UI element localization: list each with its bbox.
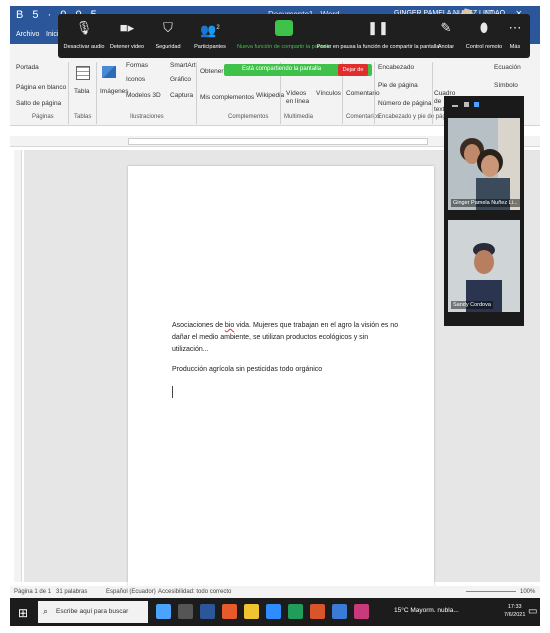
screenshot-button[interactable]: Captura	[170, 92, 193, 99]
participant-name: Ginger Pamela Nuñez Li...	[451, 199, 520, 207]
taskbar-search[interactable]: ⌕ Escribe aquí para buscar	[38, 601, 148, 623]
divider	[196, 62, 197, 124]
windows-taskbar: ⊞ ⌕ Escribe aquí para buscar 15°C Mayorm…	[10, 598, 540, 626]
screen: B 5 · 0 0 5 Documento1 - Word GINGER PAM…	[0, 0, 550, 633]
windows-start-icon[interactable]: ⊞	[18, 606, 28, 620]
shapes-button[interactable]: Formas	[126, 62, 148, 69]
header-button[interactable]: Encabezado	[378, 64, 414, 71]
taskbar-app-icon[interactable]	[354, 604, 369, 619]
remote-control-button[interactable]: ⬮ Control remoto	[466, 20, 502, 50]
my-addins-button[interactable]: Mis complementos	[200, 94, 254, 101]
taskbar-app-icon[interactable]	[200, 604, 215, 619]
page-break-button[interactable]: Salto de página	[16, 100, 61, 107]
images-button[interactable]: Imágenes	[100, 88, 129, 95]
group-label-complementos: Complementos	[228, 114, 269, 120]
taskbar-app-icon[interactable]	[178, 604, 193, 619]
zoom-slider[interactable]	[466, 591, 516, 592]
divider	[432, 62, 433, 124]
pen-icon: ✎	[440, 20, 452, 35]
participant-name: Sandy Cordova	[451, 301, 493, 309]
tab-archivo[interactable]: Archivo	[16, 31, 39, 38]
portada-button[interactable]: Portada	[16, 64, 39, 71]
blank-page-button[interactable]: Página en blanco	[16, 84, 66, 91]
equation-button[interactable]: Ecuación	[494, 64, 521, 71]
search-placeholder: Escribe aquí para buscar	[56, 608, 129, 615]
search-icon: ⌕	[43, 606, 49, 616]
taskbar-app-icon[interactable]	[222, 604, 237, 619]
stop-video-button[interactable]: ■▸ Detener video	[108, 20, 146, 50]
layout-icon[interactable]	[474, 102, 479, 107]
sharing-banner-text: Está compartiendo la pantalla	[242, 66, 322, 72]
video-panel: Ginger Pamela Nuñez Li... Sandy Cordova	[444, 96, 524, 326]
pause-icon: ❚❚	[367, 20, 389, 35]
links-button[interactable]: Vínculos	[316, 90, 341, 97]
participant-video	[448, 118, 520, 210]
paragraph-1[interactable]: Asociaciones de bio vida. Mujeres que tr…	[172, 320, 402, 356]
models-3d-button[interactable]: Modelos 3D	[126, 92, 161, 99]
symbol-button[interactable]: Símbolo	[494, 82, 518, 89]
zoom-level[interactable]: 100%	[520, 589, 535, 595]
minimize-icon[interactable]	[452, 105, 458, 107]
paragraph-2[interactable]: Producción agrícola sin pesticidas todo …	[172, 364, 402, 376]
stop-share-button[interactable]: Dejar de	[338, 64, 368, 76]
page-number-button[interactable]: Número de página	[378, 100, 431, 107]
word-count[interactable]: 31 palabras	[56, 589, 87, 595]
group-label-ilustraciones: Ilustraciones	[130, 114, 164, 120]
group-label-tablas: Tablas	[74, 114, 92, 120]
group-label-multimedia: Multimedia	[284, 114, 314, 120]
video-panel-header	[444, 96, 524, 114]
accessibility-status[interactable]: Accesibilidad: todo correcto	[158, 589, 231, 595]
get-addins-button[interactable]: Obtener	[200, 68, 224, 75]
weather-widget[interactable]: 15°C Mayorm. nubla...	[394, 607, 459, 614]
divider	[68, 62, 69, 124]
microphone-icon: 🎙	[75, 20, 93, 35]
more-button[interactable]: ⋯ Más	[506, 20, 524, 50]
shield-icon: ⛉	[163, 20, 173, 35]
security-button[interactable]: ⛉ Seguridad	[150, 20, 186, 50]
taskbar-app-icon[interactable]	[266, 604, 281, 619]
status-bar: Página 1 de 1 31 palabras Español (Ecuad…	[10, 586, 540, 598]
video-camera-icon: ■▸	[119, 20, 135, 35]
vertical-ruler	[14, 150, 22, 582]
pause-share-button[interactable]: ❚❚ Poner en pausa la función de comparti…	[317, 20, 440, 50]
mute-button[interactable]: 🎙 Desactivar audio	[64, 20, 105, 50]
page-count[interactable]: Página 1 de 1	[14, 589, 51, 595]
zoom-share-toolbar: 🎙 Desactivar audio ■▸ Detener video ⛉ Se…	[58, 14, 530, 58]
smartart-button[interactable]: SmartArt	[170, 62, 196, 69]
table-button[interactable]: Tabla	[74, 88, 90, 95]
participant-video	[448, 220, 520, 312]
video-tile[interactable]: Sandy Cordova	[448, 220, 520, 312]
divider	[96, 62, 97, 124]
video-tile[interactable]: Ginger Pamela Nuñez Li...	[448, 118, 520, 210]
taskbar-app-icon[interactable]	[288, 604, 303, 619]
group-label-encabezado: Encabezado y pie de página	[378, 114, 454, 120]
taskbar-app-icon[interactable]	[310, 604, 325, 619]
participants-button[interactable]: 👥2 Participantes	[190, 20, 230, 50]
ruler-scale	[128, 138, 428, 145]
divider	[374, 62, 375, 124]
taskbar-clock[interactable]: 17:33 7/6/2021	[504, 603, 525, 619]
icons-button[interactable]: Iconos	[126, 76, 145, 83]
people-icon: 👥2	[200, 22, 220, 38]
language-indicator[interactable]: Español (Ecuador)	[106, 589, 156, 595]
text-cursor	[172, 386, 173, 398]
annotate-button[interactable]: ✎ Anotar	[434, 20, 458, 50]
taskbar-app-icon[interactable]	[156, 604, 171, 619]
misspelled-word[interactable]: bio	[225, 322, 234, 329]
document-page[interactable]: Asociaciones de bio vida. Mujeres que tr…	[128, 166, 434, 596]
mouse-icon: ⬮	[479, 20, 489, 35]
group-label-paginas: Páginas	[32, 114, 54, 120]
notification-icon[interactable]: ▭	[528, 606, 537, 617]
table-icon	[76, 66, 90, 80]
taskbar-app-icon[interactable]	[244, 604, 259, 619]
share-screen-icon	[275, 20, 293, 36]
image-icon	[102, 66, 116, 78]
chart-button[interactable]: Gráfico	[170, 76, 191, 83]
stop-icon[interactable]	[464, 102, 469, 107]
taskbar-app-icon[interactable]	[332, 604, 347, 619]
footer-button[interactable]: Pie de página	[378, 82, 418, 89]
online-video-button[interactable]: Vídeos en línea	[286, 90, 312, 106]
more-icon: ⋯	[508, 20, 522, 35]
